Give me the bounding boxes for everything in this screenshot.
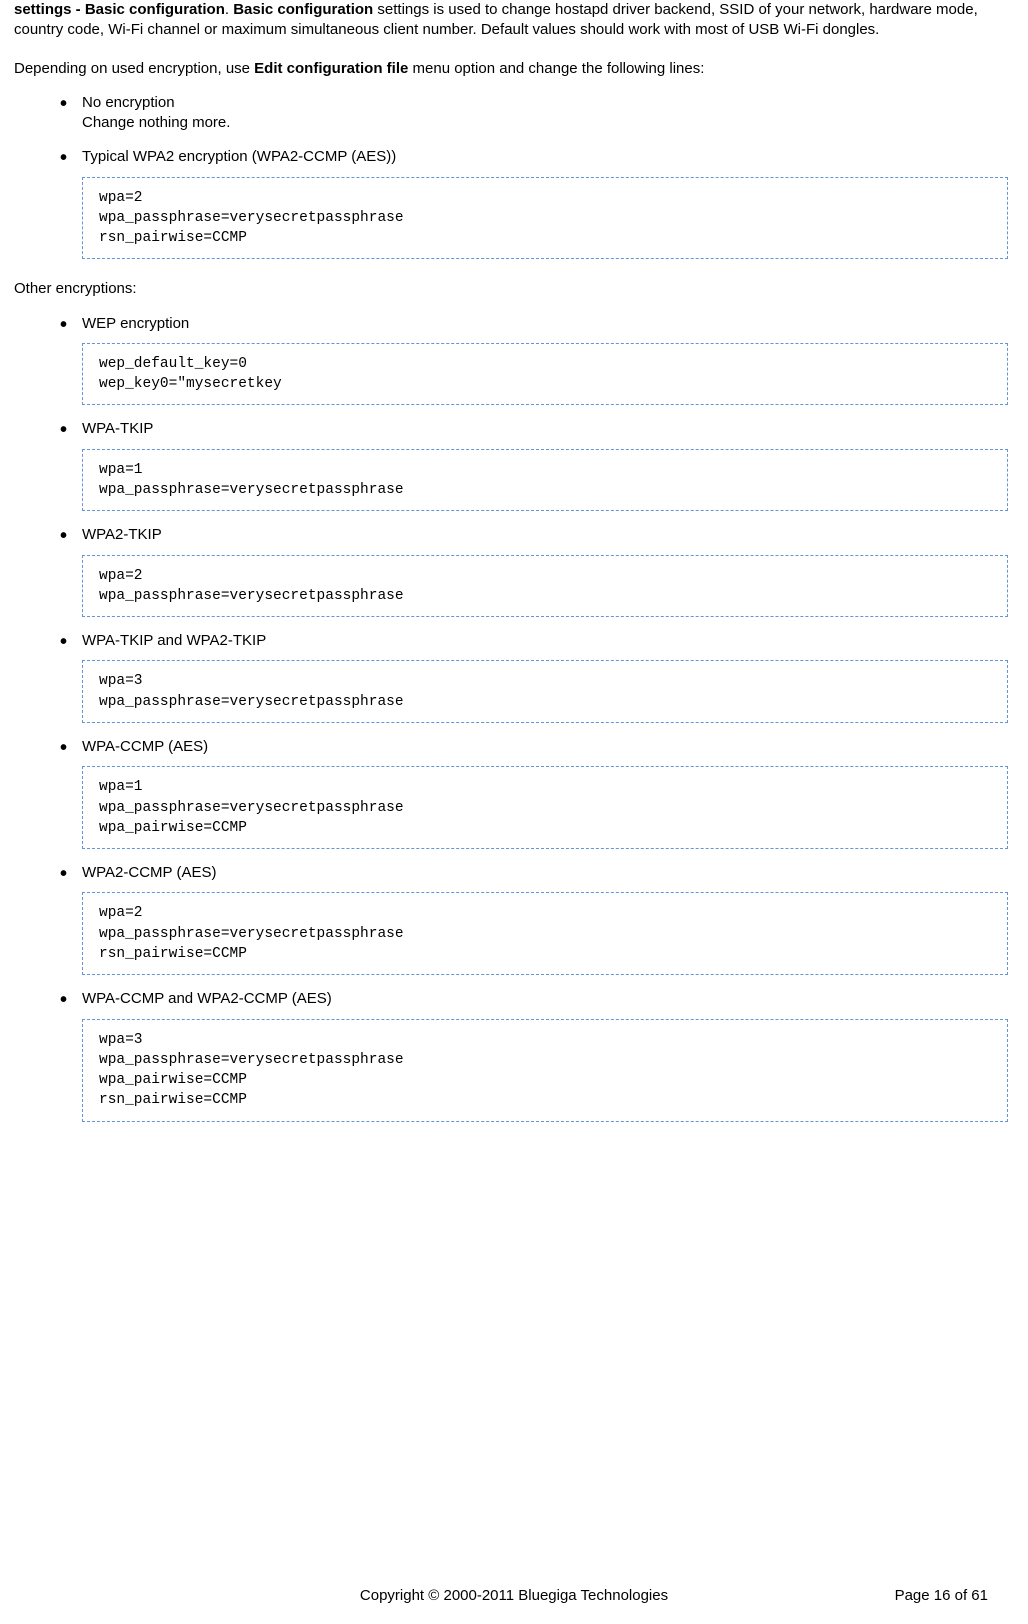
depending-paragraph: Depending on used encryption, use Edit c…	[14, 59, 1014, 79]
item-title: WPA-TKIP and WPA2-TKIP	[82, 631, 1014, 651]
page-footer: Copyright © 2000-2011 Bluegiga Technolog…	[0, 1586, 1028, 1606]
code-block: wpa=2 wpa_passphrase=verysecretpassphras…	[82, 177, 1008, 260]
item-title: WPA-TKIP	[82, 419, 1014, 439]
intro-bold-2: Basic configuration	[233, 1, 373, 18]
depending-pre: Depending on used encryption, use	[14, 60, 254, 77]
item-title: Typical WPA2 encryption (WPA2-CCMP (AES)…	[82, 147, 1014, 167]
intro-paragraph: settings - Basic configuration. Basic co…	[14, 0, 1014, 41]
code-block: wpa=2 wpa_passphrase=verysecretpassphras…	[82, 555, 1008, 618]
code-block: wpa=1 wpa_passphrase=verysecretpassphras…	[82, 449, 1008, 512]
intro-dot: .	[225, 1, 233, 18]
other-encryptions-heading: Other encryptions:	[14, 279, 1014, 299]
code-block: wpa=3 wpa_passphrase=verysecretpassphras…	[82, 1019, 1008, 1122]
item-title: WPA2-CCMP (AES)	[82, 863, 1014, 883]
item-title: WPA-CCMP and WPA2-CCMP (AES)	[82, 989, 1014, 1009]
item-title: WPA2-TKIP	[82, 525, 1014, 545]
item-title: WEP encryption	[82, 314, 1014, 334]
copyright-text: Copyright © 2000-2011 Bluegiga Technolog…	[360, 1587, 668, 1604]
item-title: WPA-CCMP (AES)	[82, 737, 1014, 757]
item-subtitle: Change nothing more.	[82, 113, 1014, 133]
encryption-list-2: WEP encryption wep_default_key=0 wep_key…	[14, 314, 1014, 1122]
list-item: No encryption Change nothing more.	[60, 93, 1014, 134]
list-item: WPA-CCMP and WPA2-CCMP (AES) wpa=3 wpa_p…	[60, 989, 1014, 1121]
code-block: wep_default_key=0 wep_key0="mysecretkey	[82, 343, 1008, 406]
intro-bold-1: settings - Basic configuration	[14, 1, 225, 18]
list-item: WPA2-CCMP (AES) wpa=2 wpa_passphrase=ver…	[60, 863, 1014, 975]
code-block: wpa=1 wpa_passphrase=verysecretpassphras…	[82, 766, 1008, 849]
list-item: WPA2-TKIP wpa=2 wpa_passphrase=verysecre…	[60, 525, 1014, 617]
depending-post: menu option and change the following lin…	[408, 60, 704, 77]
encryption-list-1: No encryption Change nothing more. Typic…	[14, 93, 1014, 260]
depending-bold: Edit configuration file	[254, 60, 408, 77]
page-number: Page 16 of 61	[895, 1586, 988, 1606]
list-item: WPA-CCMP (AES) wpa=1 wpa_passphrase=very…	[60, 737, 1014, 849]
list-item: WPA-TKIP wpa=1 wpa_passphrase=verysecret…	[60, 419, 1014, 511]
item-title: No encryption	[82, 93, 1014, 113]
list-item: WPA-TKIP and WPA2-TKIP wpa=3 wpa_passphr…	[60, 631, 1014, 723]
code-block: wpa=2 wpa_passphrase=verysecretpassphras…	[82, 892, 1008, 975]
list-item: WEP encryption wep_default_key=0 wep_key…	[60, 314, 1014, 406]
list-item: Typical WPA2 encryption (WPA2-CCMP (AES)…	[60, 147, 1014, 259]
code-block: wpa=3 wpa_passphrase=verysecretpassphras…	[82, 660, 1008, 723]
